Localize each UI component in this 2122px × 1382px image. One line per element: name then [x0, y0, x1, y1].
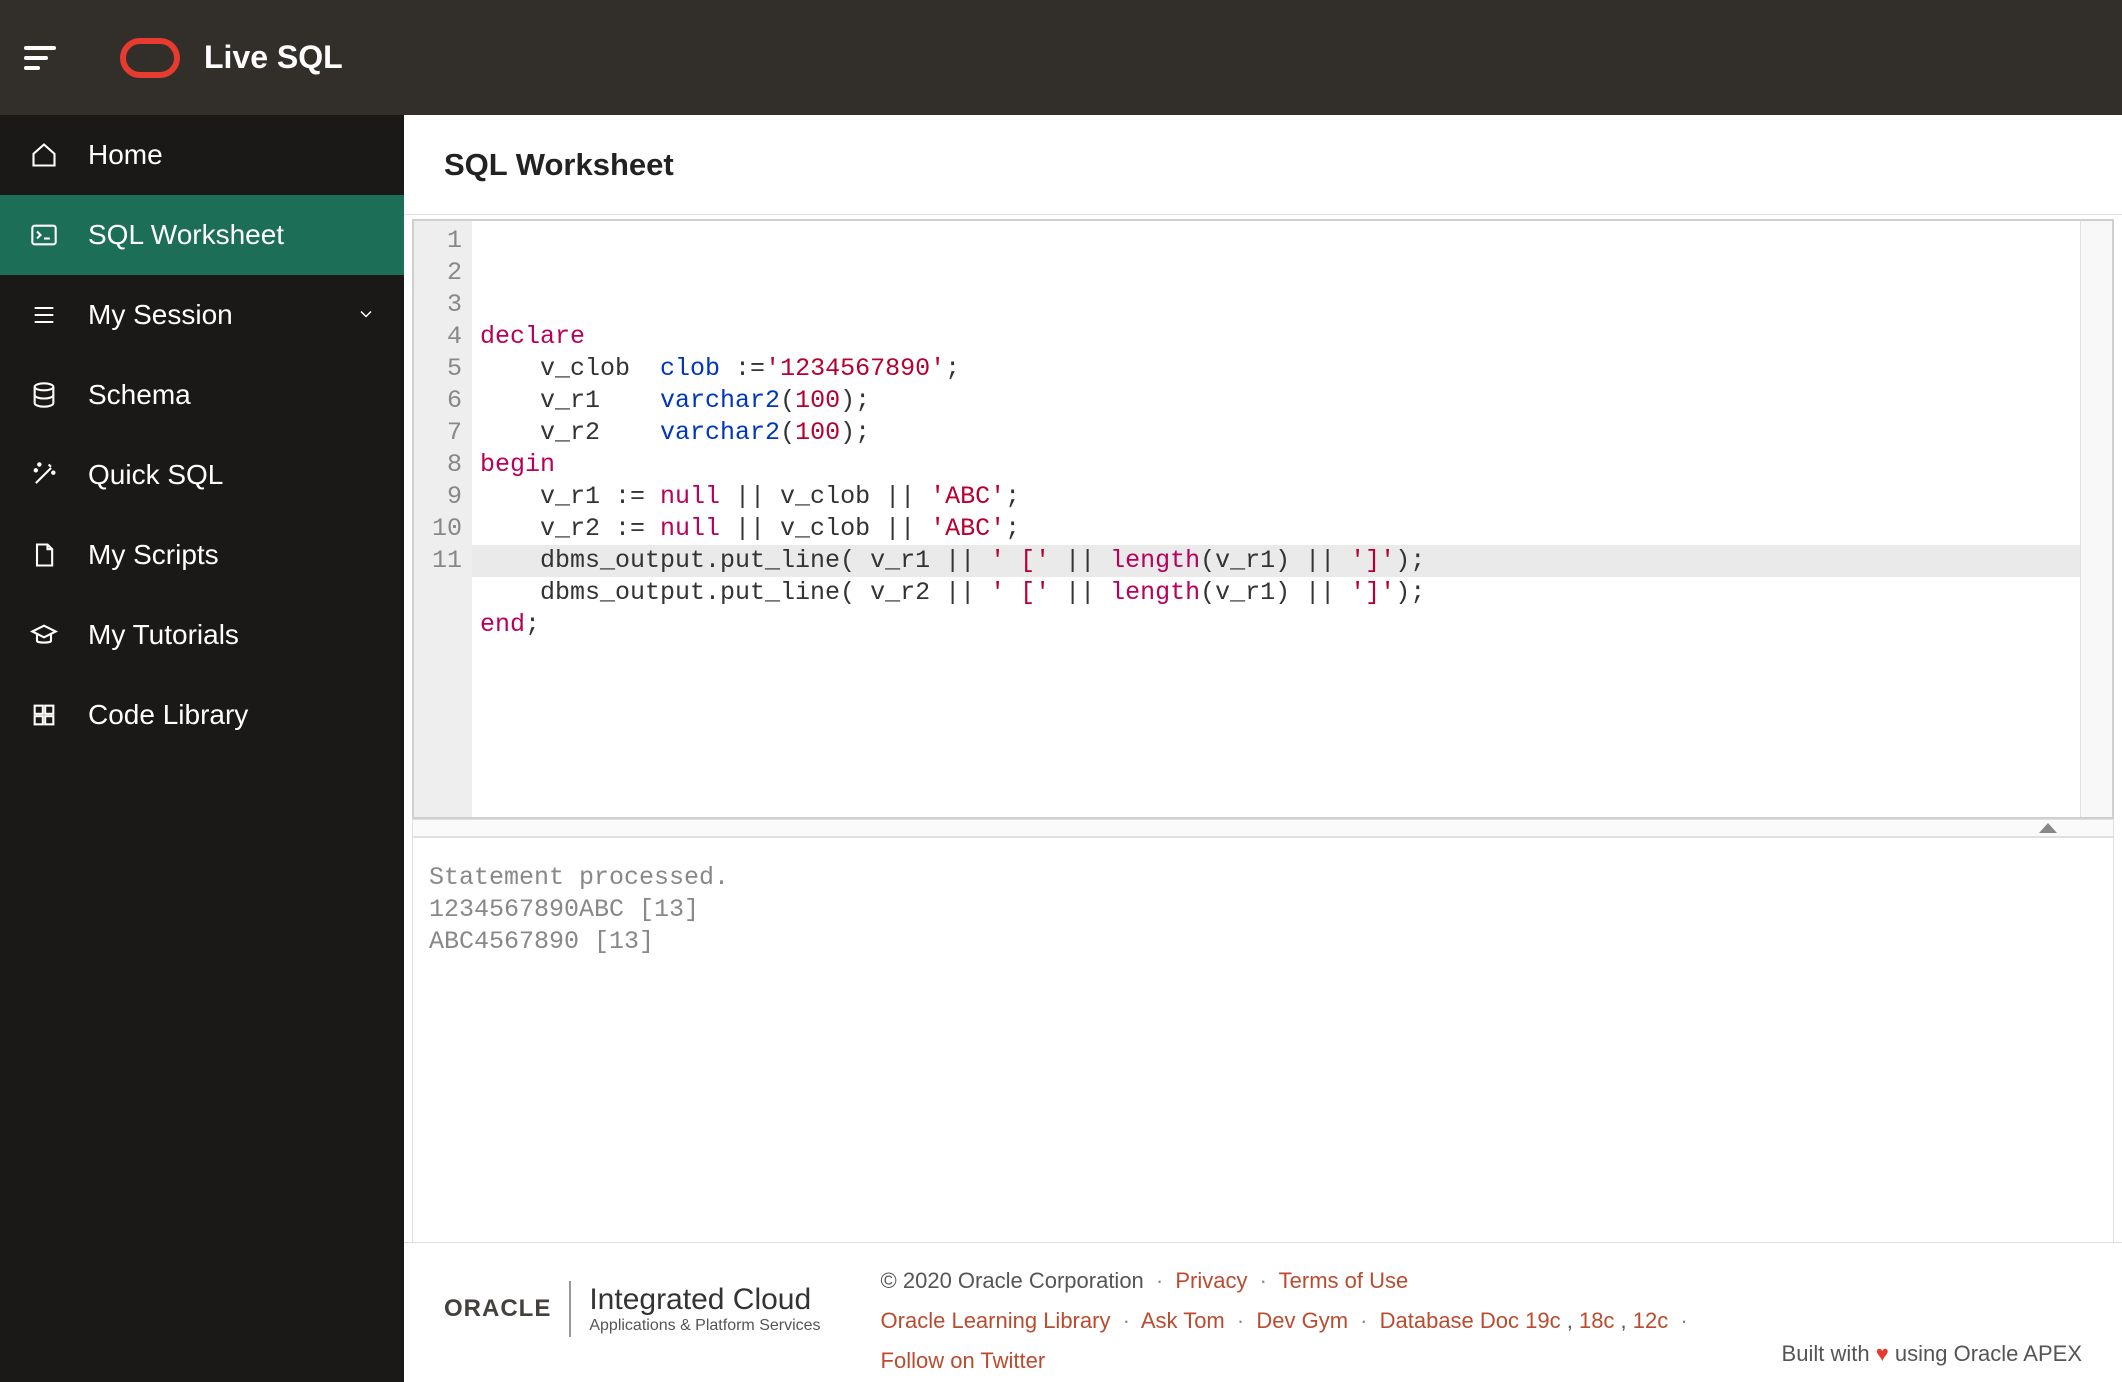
- oracle-apex-link[interactable]: Oracle APEX: [1954, 1341, 2082, 1366]
- terminal-icon: [28, 221, 60, 249]
- panel-resize-handle[interactable]: [412, 819, 2114, 837]
- code-editor[interactable]: 1234567891011 declare v_clob clob :='123…: [412, 219, 2114, 819]
- heart-icon: ♥: [1876, 1341, 1889, 1366]
- footer-divider: [569, 1281, 571, 1337]
- hamburger-menu-icon[interactable]: [24, 38, 64, 78]
- main-content: SQL Worksheet 1234567891011 declare v_cl…: [404, 115, 2122, 1382]
- sidebar-item-my-tutorials[interactable]: My Tutorials: [0, 595, 404, 675]
- sidebar-item-home[interactable]: Home: [0, 115, 404, 195]
- collapse-up-icon: [2039, 823, 2057, 833]
- footer-links: © 2020 Oracle Corporation · Privacy · Te…: [881, 1261, 1722, 1382]
- database-icon: [28, 381, 60, 409]
- sidebar-item-label: Home: [88, 139, 163, 171]
- sidebar-item-label: My Session: [88, 299, 233, 331]
- editor-right-gutter: [2080, 221, 2112, 817]
- library-icon: [28, 701, 60, 729]
- footer-link[interactable]: Privacy: [1175, 1268, 1247, 1293]
- wand-icon: [28, 461, 60, 489]
- graduation-icon: [28, 621, 60, 649]
- sidebar-item-sql-worksheet[interactable]: SQL Worksheet: [0, 195, 404, 275]
- integrated-cloud-label: Integrated Cloud Applications & Platform…: [589, 1283, 820, 1335]
- sidebar-item-my-scripts[interactable]: My Scripts: [0, 515, 404, 595]
- page-title: SQL Worksheet: [444, 147, 674, 183]
- home-icon: [28, 141, 60, 169]
- app-name: Live SQL: [204, 39, 343, 76]
- sidebar-item-label: My Tutorials: [88, 619, 239, 651]
- sidebar-item-label: SQL Worksheet: [88, 219, 284, 251]
- chevron-down-icon: [356, 299, 376, 331]
- sidebar-item-label: Code Library: [88, 699, 248, 731]
- footer-link[interactable]: Ask Tom: [1141, 1308, 1225, 1333]
- oracle-wordmark: ORACLE: [444, 1295, 551, 1323]
- sidebar-item-schema[interactable]: Schema: [0, 355, 404, 435]
- footer: ORACLE Integrated Cloud Applications & P…: [404, 1242, 2122, 1382]
- footer-link[interactable]: Dev Gym: [1256, 1308, 1348, 1333]
- app-logo[interactable]: Live SQL: [120, 38, 343, 78]
- footer-link[interactable]: 12c: [1633, 1308, 1668, 1333]
- footer-link[interactable]: 18c: [1579, 1308, 1614, 1333]
- output-panel[interactable]: Statement processed. 1234567890ABC [13] …: [412, 837, 2114, 1242]
- sidebar-item-my-session[interactable]: My Session: [0, 275, 404, 355]
- sidebar-item-label: My Scripts: [88, 539, 219, 571]
- list-icon: [28, 301, 60, 329]
- footer-link[interactable]: Database Doc 19c: [1380, 1308, 1561, 1333]
- sidebar-item-label: Schema: [88, 379, 191, 411]
- page-title-bar: SQL Worksheet: [404, 115, 2122, 215]
- footer-link[interactable]: Follow on Twitter: [881, 1348, 1046, 1373]
- code-area[interactable]: declare v_clob clob :='1234567890'; v_r1…: [472, 221, 2080, 817]
- footer-link[interactable]: Oracle Learning Library: [881, 1308, 1111, 1333]
- footer-logo: ORACLE Integrated Cloud Applications & P…: [444, 1261, 821, 1337]
- sidebar-item-quick-sql[interactable]: Quick SQL: [0, 435, 404, 515]
- sidebar: Home SQL Worksheet My Session Schema: [0, 115, 404, 1382]
- footer-link[interactable]: Terms of Use: [1279, 1268, 1409, 1293]
- oracle-o-icon: [120, 38, 180, 78]
- built-with: Built with ♥ using Oracle APEX: [1782, 1261, 2082, 1367]
- document-icon: [28, 541, 60, 569]
- top-bar: Live SQL: [0, 0, 2122, 115]
- sidebar-item-code-library[interactable]: Code Library: [0, 675, 404, 755]
- line-number-gutter: 1234567891011: [414, 221, 472, 817]
- sidebar-item-label: Quick SQL: [88, 459, 223, 491]
